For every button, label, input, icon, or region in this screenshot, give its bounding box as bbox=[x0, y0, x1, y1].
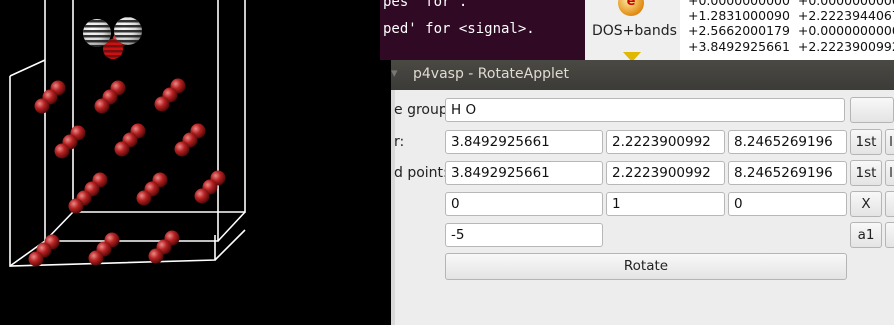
atom-layer bbox=[28, 17, 226, 267]
angle-input[interactable]: -5 bbox=[445, 223, 603, 247]
rotate-applet-window: ▾ p4vasp - RotateApplet e group: H O r: … bbox=[391, 60, 894, 325]
window-menu-icon: ▾ bbox=[391, 66, 398, 81]
rotate-button[interactable]: Rotate bbox=[445, 253, 847, 280]
oxygen-atom bbox=[54, 143, 70, 159]
dos-bands-toolbar-button[interactable]: e DOS+bands bbox=[585, 0, 681, 62]
oxygen-atom bbox=[194, 188, 210, 204]
listing-row: +1.2831000090 +2.2223944067 bbox=[688, 8, 894, 23]
dos-bands-label: DOS+bands bbox=[592, 23, 677, 39]
fixed-last-button[interactable]: l bbox=[885, 160, 894, 186]
direction-x-input[interactable]: 0 bbox=[445, 192, 603, 216]
structure-viewer[interactable] bbox=[0, 0, 391, 325]
oxygen-atom bbox=[114, 141, 130, 157]
oxygen-atom bbox=[148, 248, 164, 264]
window-titlebar[interactable]: ▾ p4vasp - RotateApplet bbox=[391, 60, 894, 90]
direction-z-input[interactable]: 0 bbox=[728, 192, 847, 216]
window-edge bbox=[391, 90, 395, 325]
dos-icon: e bbox=[618, 0, 644, 16]
axis-label: r: bbox=[394, 134, 405, 150]
listing-row: +2.5662000179 +0.0000000000 bbox=[688, 23, 894, 38]
a2-button[interactable] bbox=[885, 222, 894, 248]
structure-canvas[interactable] bbox=[0, 0, 391, 325]
oxygen-atom bbox=[174, 141, 190, 157]
selection-stripes bbox=[114, 17, 142, 45]
coordinate-listing: +0.0000000000 +0.0000000000 +1.283100009… bbox=[680, 0, 894, 60]
fixed-z-input[interactable]: 8.2465269196 bbox=[728, 161, 847, 185]
listing-row: +0.0000000000 +0.0000000000 bbox=[688, 0, 894, 8]
group-label: e group: bbox=[394, 102, 453, 118]
oxygen-atom bbox=[68, 198, 84, 214]
oxygen-atom bbox=[136, 190, 152, 206]
oxygen-atom bbox=[88, 250, 104, 266]
axis-z-input[interactable]: 8.2465269196 bbox=[728, 130, 847, 154]
terminal-window: pes' for . ped' for <signal>. bbox=[380, 0, 585, 60]
oxygen-atom bbox=[34, 98, 50, 114]
window-title: p4vasp - RotateApplet bbox=[413, 66, 569, 82]
axis-last-button[interactable]: l bbox=[885, 129, 894, 155]
axis-y-input[interactable]: 2.2223900992 bbox=[606, 130, 725, 154]
oxygen-atom bbox=[28, 251, 44, 267]
direction-y-input[interactable]: 1 bbox=[606, 192, 725, 216]
axis-1st-button[interactable]: 1st bbox=[850, 129, 882, 155]
selection-stripes bbox=[83, 19, 111, 47]
fixed-x-input[interactable]: 3.8492925661 bbox=[445, 161, 603, 185]
x-axis-button[interactable]: X bbox=[850, 191, 882, 217]
group-input[interactable]: H O bbox=[445, 98, 845, 122]
terminal-line: pes' for . bbox=[383, 0, 468, 10]
fixed-1st-button[interactable]: 1st bbox=[850, 160, 882, 186]
oxygen-atom bbox=[94, 98, 110, 114]
listing-row: +3.8492925661 +2.2223900992 bbox=[688, 39, 894, 54]
fixed-point-label: d point: bbox=[394, 165, 448, 181]
y-axis-button[interactable] bbox=[885, 191, 894, 217]
axis-x-input[interactable]: 3.8492925661 bbox=[445, 130, 603, 154]
group-select-button[interactable] bbox=[850, 97, 894, 123]
oxygen-atom bbox=[154, 96, 170, 112]
a1-button[interactable]: a1 bbox=[850, 222, 882, 248]
fixed-y-input[interactable]: 2.2223900992 bbox=[606, 161, 725, 185]
terminal-line: ped' for <signal>. bbox=[383, 21, 535, 37]
